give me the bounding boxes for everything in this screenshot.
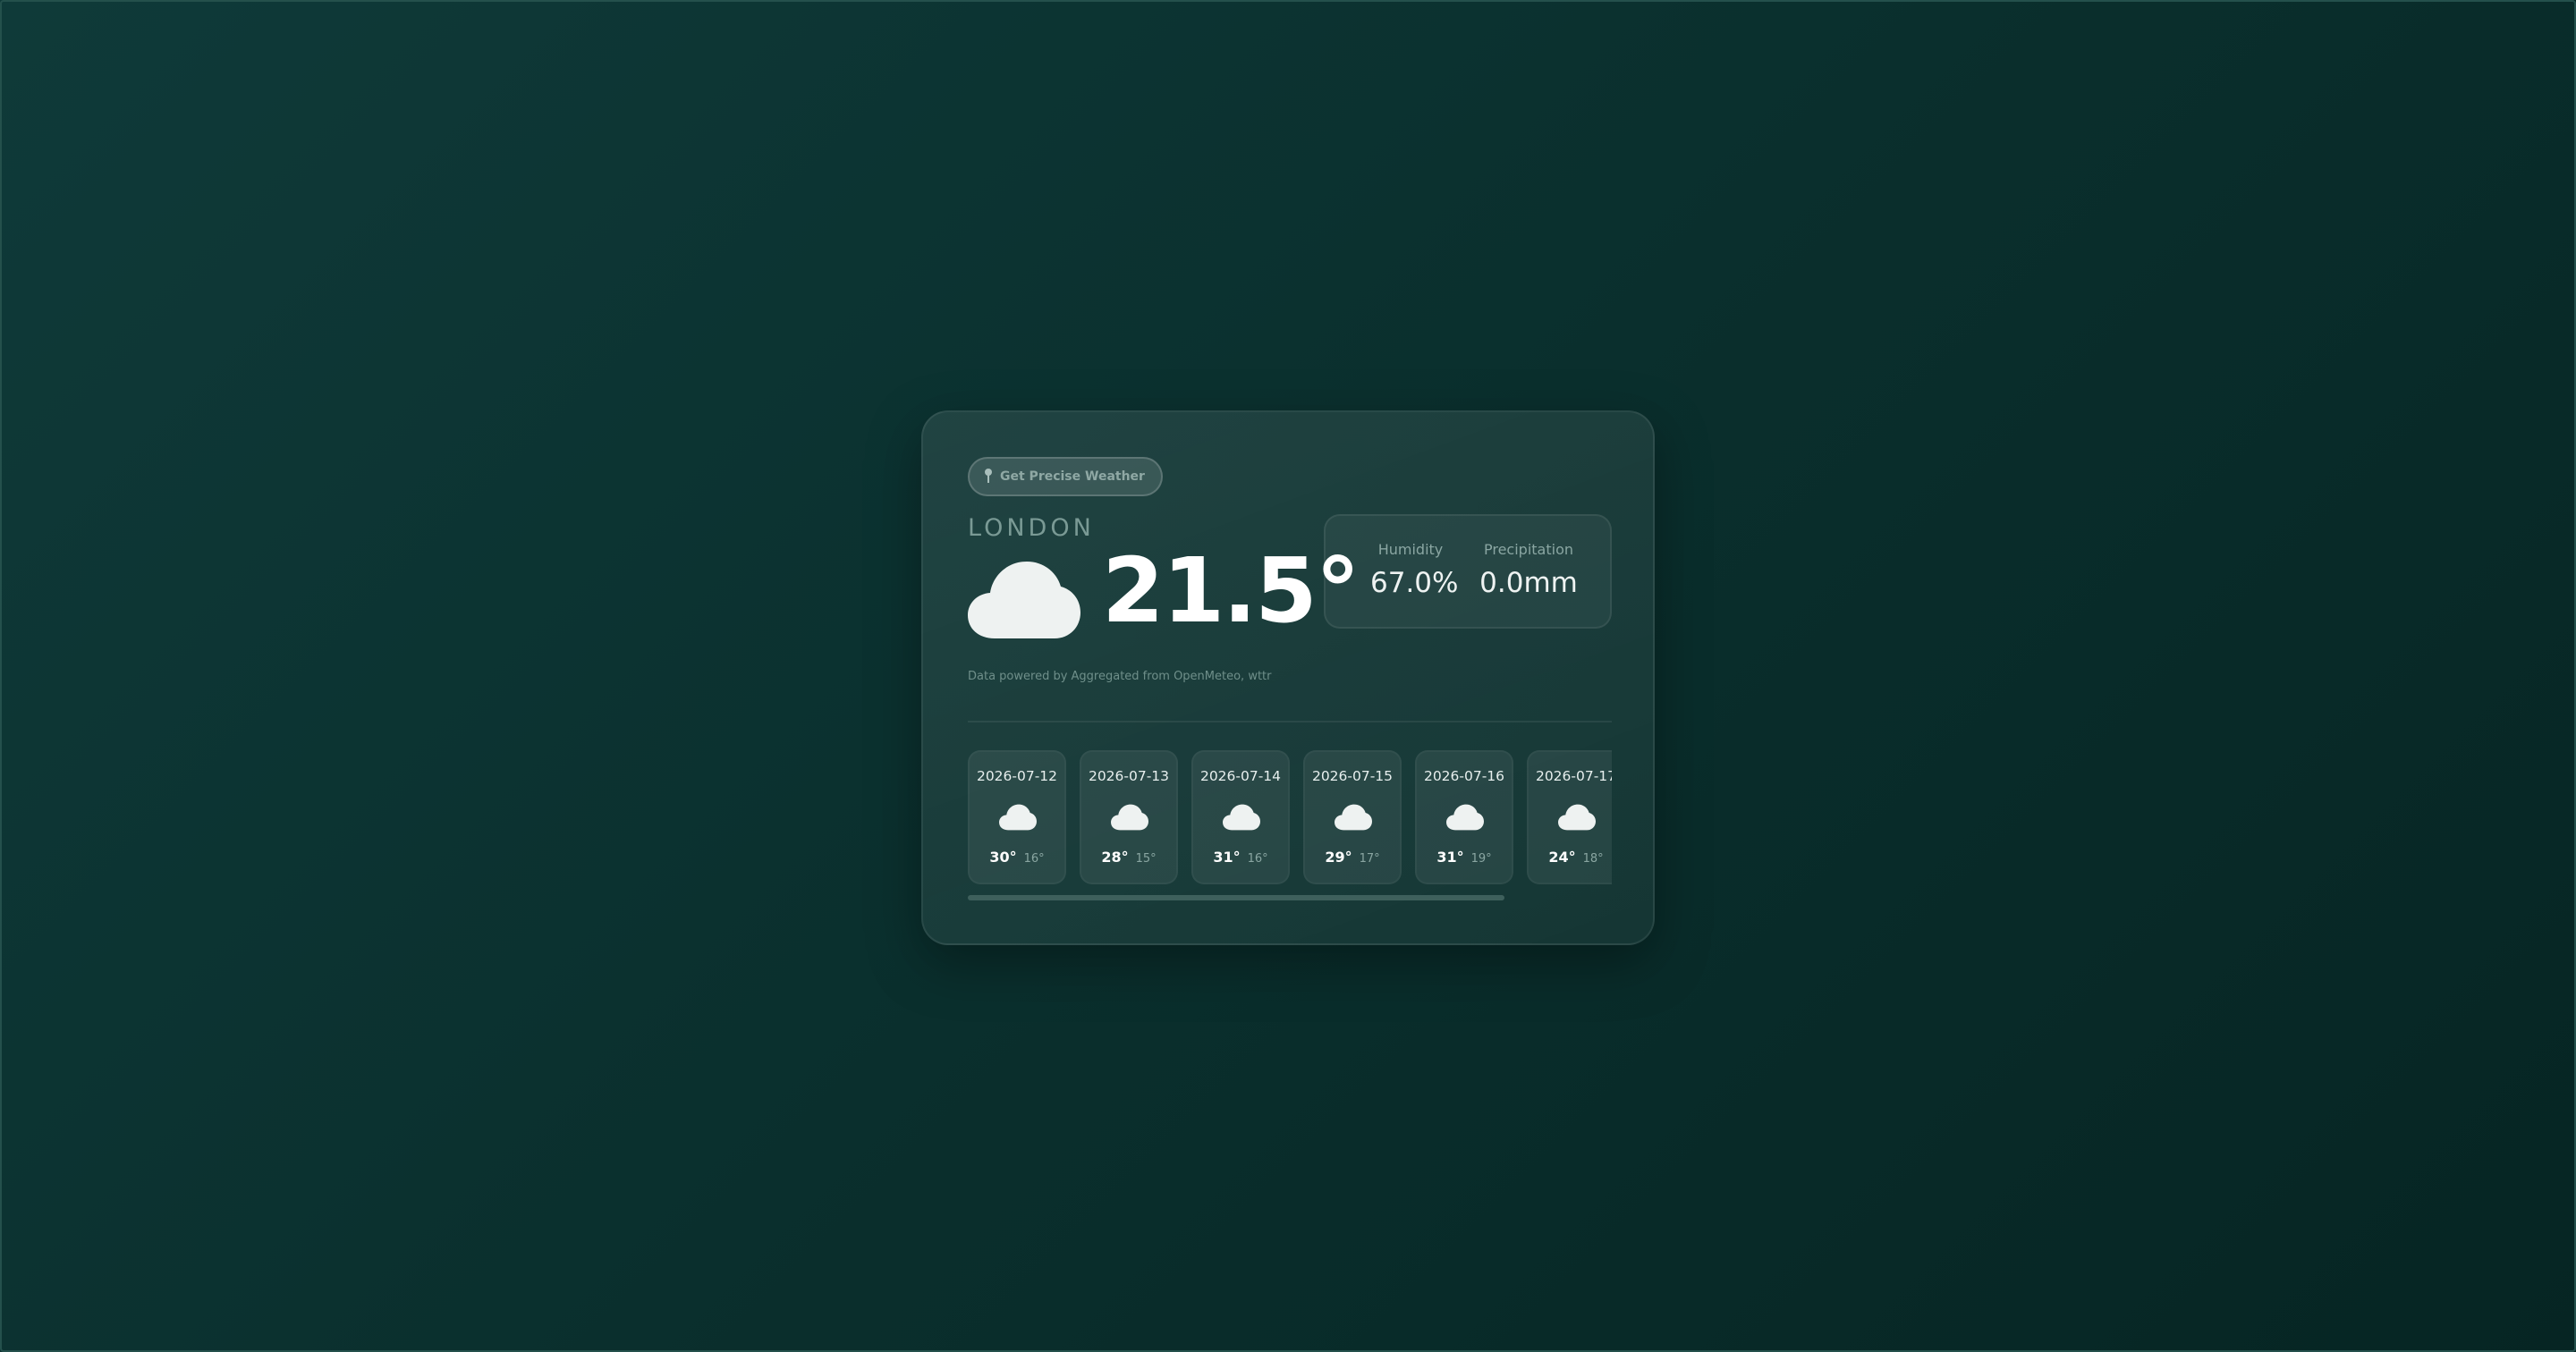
cloud-icon (968, 562, 1080, 638)
forecast-date: 2026-07-14 (1199, 768, 1282, 784)
forecast-high: 28° (1101, 849, 1129, 866)
divider (968, 721, 1612, 722)
forecast-low: 15° (1135, 852, 1157, 866)
humidity-label: Humidity (1377, 541, 1444, 558)
forecast-day: 2026-07-14 31° 16° (1191, 750, 1290, 884)
forecast-track: 2026-07-12 30° 16° 2026-07-13 28° 15° 2026… (968, 750, 1612, 886)
cloud-icon (1446, 804, 1484, 831)
precipitation-stat: Precipitation 0.0mm (1479, 541, 1578, 599)
forecast-low: 16° (1023, 852, 1045, 866)
data-source-text: Data powered by Aggregated from OpenMete… (968, 670, 1272, 683)
forecast-day: 2026-07-12 30° 16° (968, 750, 1066, 884)
forecast-low: 16° (1247, 852, 1268, 866)
forecast-temps: 28° 15° (1081, 849, 1176, 866)
get-precise-weather-label: Get Precise Weather (1000, 469, 1145, 484)
forecast-scrollbar[interactable] (968, 895, 1504, 900)
forecast-temps: 30° 16° (970, 849, 1064, 866)
cloud-icon (1223, 804, 1260, 831)
cloud-icon (999, 804, 1037, 831)
forecast-strip[interactable]: 2026-07-12 30° 16° 2026-07-13 28° 15° 2026… (968, 750, 1612, 886)
cloud-icon (1558, 804, 1596, 831)
get-precise-weather-button[interactable]: Get Precise Weather (968, 457, 1163, 496)
forecast-high: 29° (1325, 849, 1352, 866)
city-name: LONDON (968, 514, 1095, 542)
forecast-temps: 31° 16° (1193, 849, 1288, 866)
forecast-high: 24° (1548, 849, 1576, 866)
forecast-day: 2026-07-15 29° 17° (1303, 750, 1402, 884)
forecast-temps: 31° 19° (1417, 849, 1512, 866)
forecast-low: 17° (1359, 852, 1380, 866)
forecast-temps: 24° 18° (1529, 849, 1612, 866)
forecast-temps: 29° 17° (1305, 849, 1400, 866)
map-pin-icon (984, 469, 993, 485)
forecast-low: 18° (1582, 852, 1604, 866)
forecast-day: 2026-07-13 28° 15° (1080, 750, 1178, 884)
forecast-day: 2026-07-17 24° 18° (1527, 750, 1612, 884)
humidity-value: 67.0% (1370, 567, 1459, 599)
forecast-date: 2026-07-15 (1311, 768, 1394, 784)
conditions-panel: Humidity 67.0% Precipitation 0.0mm (1324, 514, 1612, 629)
forecast-day: 2026-07-16 31° 19° (1415, 750, 1513, 884)
forecast-date: 2026-07-13 (1088, 768, 1170, 784)
forecast-high: 31° (1213, 849, 1241, 866)
forecast-high: 30° (989, 849, 1017, 866)
forecast-date: 2026-07-16 (1423, 768, 1505, 784)
forecast-date: 2026-07-17 (1535, 768, 1612, 784)
current-temperature: 21.5° (1102, 538, 1360, 643)
forecast-date: 2026-07-12 (976, 768, 1058, 784)
precipitation-value: 0.0mm (1479, 567, 1578, 599)
forecast-high: 31° (1436, 849, 1464, 866)
humidity-stat: Humidity 67.0% (1370, 541, 1459, 599)
precipitation-label: Precipitation (1483, 541, 1573, 558)
cloud-icon (1335, 804, 1372, 831)
forecast-low: 19° (1470, 852, 1492, 866)
weather-card: Get Precise Weather LONDON 21.5° Humidit… (921, 410, 1655, 945)
cloud-icon (1111, 804, 1148, 831)
